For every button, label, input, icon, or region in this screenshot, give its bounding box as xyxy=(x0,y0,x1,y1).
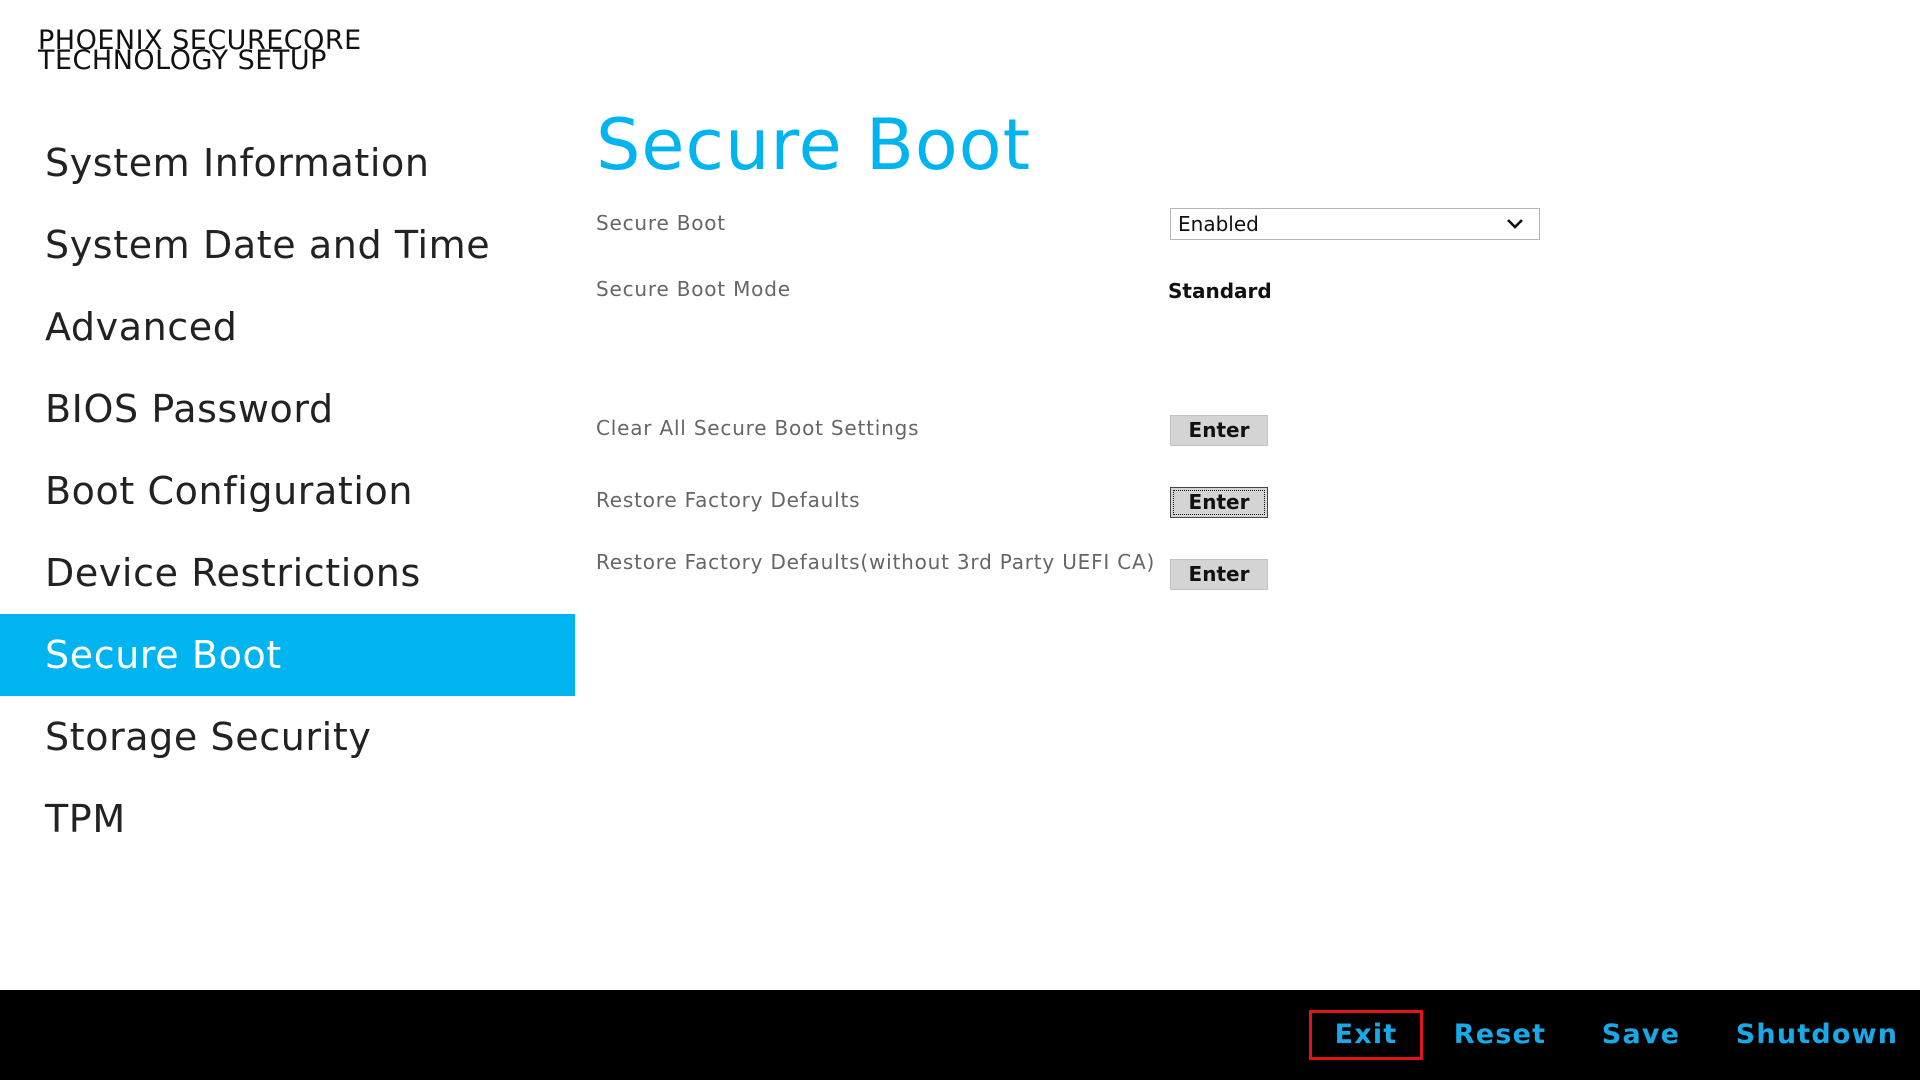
sidebar-item-storage-security[interactable]: Storage Security xyxy=(0,696,575,778)
sidebar-item-tpm[interactable]: TPM xyxy=(0,778,575,860)
clear-all-enter-button[interactable]: Enter xyxy=(1170,415,1268,446)
secure-boot-mode-value: Standard xyxy=(1168,279,1272,303)
reset-button[interactable]: Reset xyxy=(1452,1010,1548,1060)
restore-defaults-label: Restore Factory Defaults xyxy=(596,488,861,512)
shutdown-button[interactable]: Shutdown xyxy=(1734,1010,1900,1060)
footer-bar: Exit Reset Save Shutdown xyxy=(0,990,1920,1080)
sidebar-item-device-restrictions[interactable]: Device Restrictions xyxy=(0,532,575,614)
bios-setup-screen: PHOENIX SECURECORE TECHNOLOGY SETUP Syst… xyxy=(0,0,1920,1080)
secure-boot-select-value: Enabled xyxy=(1178,212,1259,236)
secure-boot-mode-label: Secure Boot Mode xyxy=(596,277,791,301)
sidebar-menu: System Information System Date and Time … xyxy=(0,122,575,860)
brand-line-2: TECHNOLOGY SETUP xyxy=(38,45,327,76)
sidebar-item-secure-boot[interactable]: Secure Boot xyxy=(0,614,575,696)
brand-header: PHOENIX SECURECORE TECHNOLOGY SETUP xyxy=(38,27,362,76)
sidebar-item-system-information[interactable]: System Information xyxy=(0,122,575,204)
save-button[interactable]: Save xyxy=(1598,1010,1684,1060)
chevron-down-icon xyxy=(1507,219,1523,229)
restore-defaults-enter-button[interactable]: Enter xyxy=(1170,487,1268,518)
exit-button[interactable]: Exit xyxy=(1309,1010,1423,1060)
restore-defaults-no-3rd-enter-button[interactable]: Enter xyxy=(1170,559,1268,590)
sidebar-item-boot-configuration[interactable]: Boot Configuration xyxy=(0,450,575,532)
secure-boot-label: Secure Boot xyxy=(596,211,726,235)
main-panel: Secure Boot Secure Boot Enabled Secure B… xyxy=(596,100,1696,590)
sidebar-item-advanced[interactable]: Advanced xyxy=(0,286,575,368)
page-title: Secure Boot xyxy=(596,104,1032,186)
restore-defaults-no-3rd-label: Restore Factory Defaults(without 3rd Par… xyxy=(596,550,1156,574)
sidebar-item-bios-password[interactable]: BIOS Password xyxy=(0,368,575,450)
sidebar-item-system-date-and-time[interactable]: System Date and Time xyxy=(0,204,575,286)
secure-boot-select[interactable]: Enabled xyxy=(1170,208,1540,240)
clear-all-label: Clear All Secure Boot Settings xyxy=(596,416,920,440)
